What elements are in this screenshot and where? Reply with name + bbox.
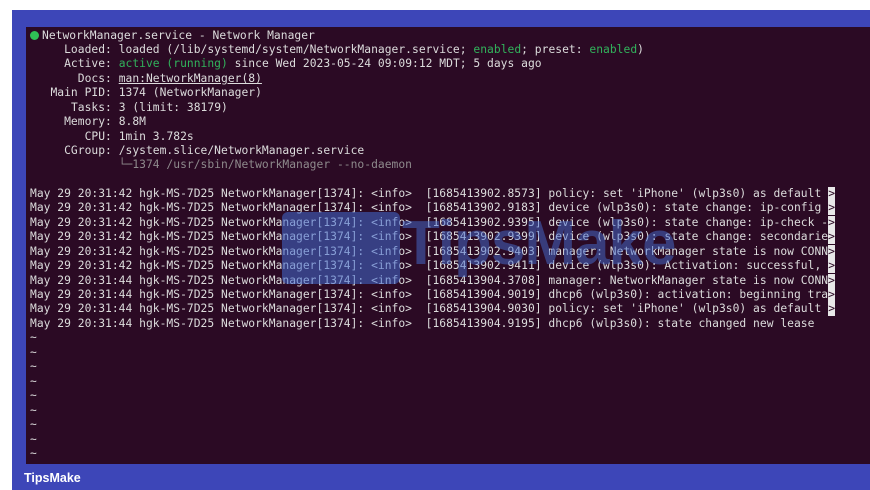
truncation-marker: >	[828, 302, 836, 316]
loaded-line: Loaded: loaded (/lib/systemd/system/Netw…	[30, 43, 644, 57]
cgroup-child: └─1374 /usr/sbin/NetworkManager --no-dae…	[118, 158, 413, 171]
footer-brand-label: TipsMake	[24, 471, 81, 485]
cpu-label: CPU:	[84, 130, 112, 143]
loaded-suffix: )	[637, 43, 644, 56]
docs-label: Docs:	[77, 72, 112, 85]
truncation-marker: >	[828, 230, 836, 244]
empty-line-tilde: ~	[30, 433, 37, 446]
memory-label: Memory:	[64, 115, 112, 128]
pid-line: Main PID: 1374 (NetworkManager)	[30, 86, 262, 100]
docs-link[interactable]: man:NetworkManager(8)	[119, 72, 262, 85]
empty-line-tilde: ~	[30, 404, 37, 417]
cpu-value: 1min 3.782s	[118, 130, 194, 143]
empty-line-tilde: ~	[30, 447, 37, 460]
cgroup-line: CGroup: /system.slice/NetworkManager.ser…	[30, 144, 364, 158]
truncation-marker: >	[828, 259, 836, 273]
memory-value: 8.8M	[118, 115, 146, 128]
log-text: May 29 20:31:42 hgk-MS-7D25 NetworkManag…	[30, 216, 829, 229]
truncation-marker: >	[828, 274, 836, 288]
log-text: May 29 20:31:42 hgk-MS-7D25 NetworkManag…	[30, 187, 822, 200]
log-text: May 29 20:31:42 hgk-MS-7D25 NetworkManag…	[30, 259, 822, 272]
loaded-label: Loaded:	[64, 43, 112, 56]
log-line: May 29 20:31:42 hgk-MS-7D25 NetworkManag…	[30, 187, 836, 201]
service-status-dot-icon	[30, 31, 39, 40]
truncation-marker: >	[828, 288, 836, 302]
active-state: active (running)	[118, 57, 228, 70]
service-header: NetworkManager.service - Network Manager	[42, 29, 315, 42]
pid-value: 1374 (NetworkManager)	[118, 86, 262, 99]
truncation-marker: >	[828, 187, 836, 201]
log-line: May 29 20:31:44 hgk-MS-7D25 NetworkManag…	[30, 317, 814, 331]
cgroup-child-line: └─1374 /usr/sbin/NetworkManager --no-dae…	[30, 158, 412, 172]
empty-line-tilde: ~	[30, 418, 37, 431]
log-text: May 29 20:31:44 hgk-MS-7D25 NetworkManag…	[30, 274, 829, 287]
log-line: May 29 20:31:44 hgk-MS-7D25 NetworkManag…	[30, 302, 836, 316]
log-text: May 29 20:31:42 hgk-MS-7D25 NetworkManag…	[30, 230, 829, 243]
active-since: since Wed 2023-05-24 09:09:12 MDT; 5 day…	[234, 57, 542, 70]
loaded-preset-label: ; preset:	[521, 43, 583, 56]
log-line: May 29 20:31:42 hgk-MS-7D25 NetworkManag…	[30, 259, 836, 273]
truncation-marker: >	[828, 216, 836, 230]
screenshot-frame: NetworkManager.service - Network Manager…	[12, 10, 870, 490]
service-header-line: NetworkManager.service - Network Manager	[30, 29, 315, 43]
truncation-marker: >	[828, 201, 836, 215]
docs-line: Docs: man:NetworkManager(8)	[30, 72, 262, 86]
log-line: May 29 20:31:42 hgk-MS-7D25 NetworkManag…	[30, 201, 836, 215]
cgroup-value: /system.slice/NetworkManager.service	[118, 144, 365, 157]
footer-bar: TipsMake	[12, 465, 870, 490]
empty-line-tilde: ~	[30, 331, 37, 344]
cpu-line: CPU: 1min 3.782s	[30, 130, 194, 144]
loaded-preset-value: enabled	[589, 43, 638, 56]
log-line: May 29 20:31:44 hgk-MS-7D25 NetworkManag…	[30, 274, 836, 288]
truncation-marker: >	[828, 245, 836, 259]
active-line: Active: active (running) since Wed 2023-…	[30, 57, 542, 71]
tasks-line: Tasks: 3 (limit: 38179)	[30, 101, 228, 115]
active-label: Active:	[64, 57, 112, 70]
loaded-enabled: enabled	[473, 43, 522, 56]
empty-line-tilde: ~	[30, 346, 37, 359]
log-text: May 29 20:31:42 hgk-MS-7D25 NetworkManag…	[30, 245, 829, 258]
log-text: May 29 20:31:44 hgk-MS-7D25 NetworkManag…	[30, 288, 829, 301]
log-line: May 29 20:31:44 hgk-MS-7D25 NetworkManag…	[30, 288, 836, 302]
loaded-path: loaded (/lib/systemd/system/NetworkManag…	[118, 43, 467, 56]
log-line: May 29 20:31:42 hgk-MS-7D25 NetworkManag…	[30, 230, 836, 244]
log-line: May 29 20:31:42 hgk-MS-7D25 NetworkManag…	[30, 245, 836, 259]
cgroup-label: CGroup:	[64, 144, 112, 157]
empty-line-tilde: ~	[30, 389, 37, 402]
terminal-window[interactable]: NetworkManager.service - Network Manager…	[26, 27, 870, 464]
pid-label: Main PID:	[50, 86, 112, 99]
memory-line: Memory: 8.8M	[30, 115, 146, 129]
empty-line-tilde: ~	[30, 375, 37, 388]
log-line: May 29 20:31:42 hgk-MS-7D25 NetworkManag…	[30, 216, 836, 230]
empty-line-tilde: ~	[30, 360, 37, 373]
tasks-label: Tasks:	[70, 101, 112, 114]
log-text: May 29 20:31:42 hgk-MS-7D25 NetworkManag…	[30, 201, 822, 214]
log-text: May 29 20:31:44 hgk-MS-7D25 NetworkManag…	[30, 317, 815, 330]
tasks-value: 3 (limit: 38179)	[118, 101, 228, 114]
log-text: May 29 20:31:44 hgk-MS-7D25 NetworkManag…	[30, 302, 822, 315]
